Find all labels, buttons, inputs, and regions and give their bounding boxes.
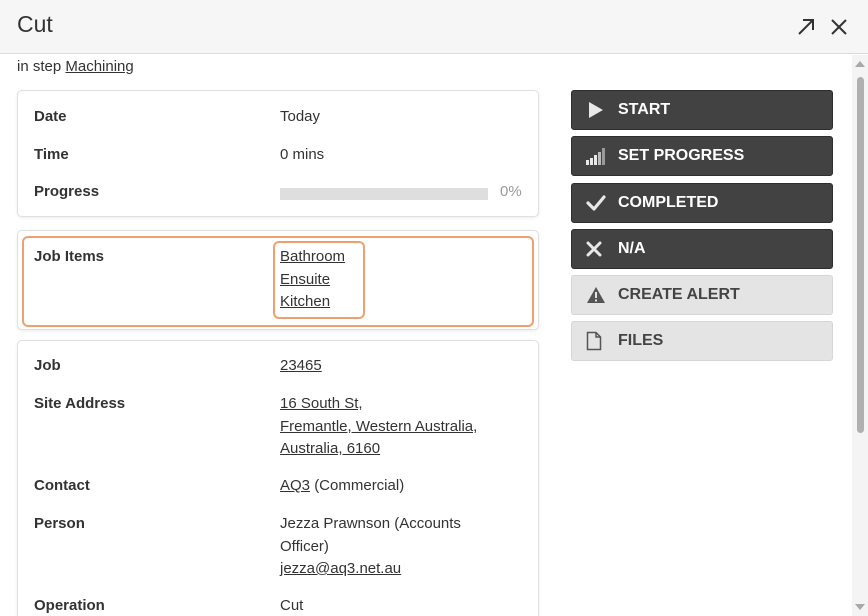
- contact-value: AQ3 (Commercial): [280, 475, 404, 498]
- progress-label: Progress: [34, 183, 100, 200]
- person-name-line: Jezza Prawnson (Accounts: [280, 515, 461, 532]
- completed-label: COMPLETED: [618, 194, 719, 211]
- create-alert-label: CREATE ALERT: [618, 286, 740, 303]
- details-card: Job 23465 Site Address 16 South St, Frem…: [17, 340, 539, 616]
- operation-label: Operation: [34, 597, 105, 614]
- create-alert-button[interactable]: CREATE ALERT: [571, 275, 833, 315]
- progress-percent: 0%: [500, 183, 522, 200]
- schedule-card: Date Today Time 0 mins Progress 0%: [17, 90, 539, 217]
- step-link[interactable]: Machining: [65, 58, 133, 75]
- play-icon: [572, 101, 618, 119]
- progress-bar: [280, 188, 488, 200]
- job-items-card: Job Items Bathroom Ensuite Kitchen: [17, 230, 539, 330]
- arrow-up-right-icon: [796, 17, 816, 37]
- step-line: in step Machining: [17, 58, 134, 75]
- site-address-label: Site Address: [34, 395, 126, 412]
- expand-button[interactable]: [794, 15, 818, 39]
- site-address-link[interactable]: Australia, 6160: [280, 440, 380, 457]
- job-item-link[interactable]: Bathroom: [280, 248, 345, 265]
- dialog-header: Cut: [0, 0, 868, 54]
- close-button[interactable]: [827, 15, 851, 39]
- start-label: START: [618, 101, 671, 118]
- step-prefix: in step: [17, 58, 62, 75]
- job-label: Job: [34, 357, 61, 374]
- site-address-value: 16 South St, Fremantle, Western Australi…: [280, 393, 477, 461]
- person-email-link[interactable]: jezza@aq3.net.au: [280, 560, 401, 577]
- close-icon: [830, 18, 848, 36]
- site-address-link[interactable]: 16 South St,: [280, 395, 363, 412]
- na-button[interactable]: N/A: [571, 229, 833, 269]
- files-label: FILES: [618, 332, 664, 349]
- check-icon: [572, 194, 618, 212]
- signal-bars-icon: [572, 147, 618, 165]
- person-label: Person: [34, 515, 85, 532]
- job-items-label: Job Items: [34, 248, 105, 265]
- contact-link[interactable]: AQ3: [280, 477, 310, 494]
- vertical-scrollbar[interactable]: [852, 55, 868, 616]
- scrollbar-thumb[interactable]: [857, 77, 864, 433]
- date-label: Date: [34, 108, 67, 125]
- site-address-link[interactable]: Fremantle, Western Australia,: [280, 418, 477, 435]
- scroll-down-icon[interactable]: [855, 604, 865, 610]
- na-label: N/A: [618, 240, 646, 257]
- start-button[interactable]: START: [571, 90, 833, 130]
- scroll-up-icon[interactable]: [855, 61, 865, 67]
- time-label: Time: [34, 146, 69, 163]
- contact-label: Contact: [34, 477, 90, 494]
- completed-button[interactable]: COMPLETED: [571, 183, 833, 223]
- job-number-link[interactable]: 23465: [280, 357, 322, 374]
- file-icon: [572, 331, 618, 351]
- dialog-body: in step Machining Date Today Time 0 mins…: [0, 55, 852, 616]
- job-item-link[interactable]: Ensuite: [280, 271, 330, 288]
- files-button[interactable]: FILES: [571, 321, 833, 361]
- job-items-list: Bathroom Ensuite Kitchen: [280, 246, 345, 314]
- time-value: 0 mins: [280, 146, 325, 163]
- date-value: Today: [280, 108, 321, 125]
- set-progress-label: SET PROGRESS: [618, 147, 745, 164]
- x-icon: [572, 241, 618, 257]
- dialog-title: Cut: [17, 11, 53, 37]
- contact-type: (Commercial): [314, 477, 405, 494]
- person-name-line: Officer): [280, 537, 329, 555]
- warning-icon: [572, 286, 618, 304]
- person-value: Jezza Prawnson (Accounts Officer) jezza@…: [280, 513, 461, 581]
- operation-value: Cut: [280, 597, 304, 614]
- set-progress-button[interactable]: SET PROGRESS: [571, 136, 833, 176]
- job-item-link[interactable]: Kitchen: [280, 293, 330, 310]
